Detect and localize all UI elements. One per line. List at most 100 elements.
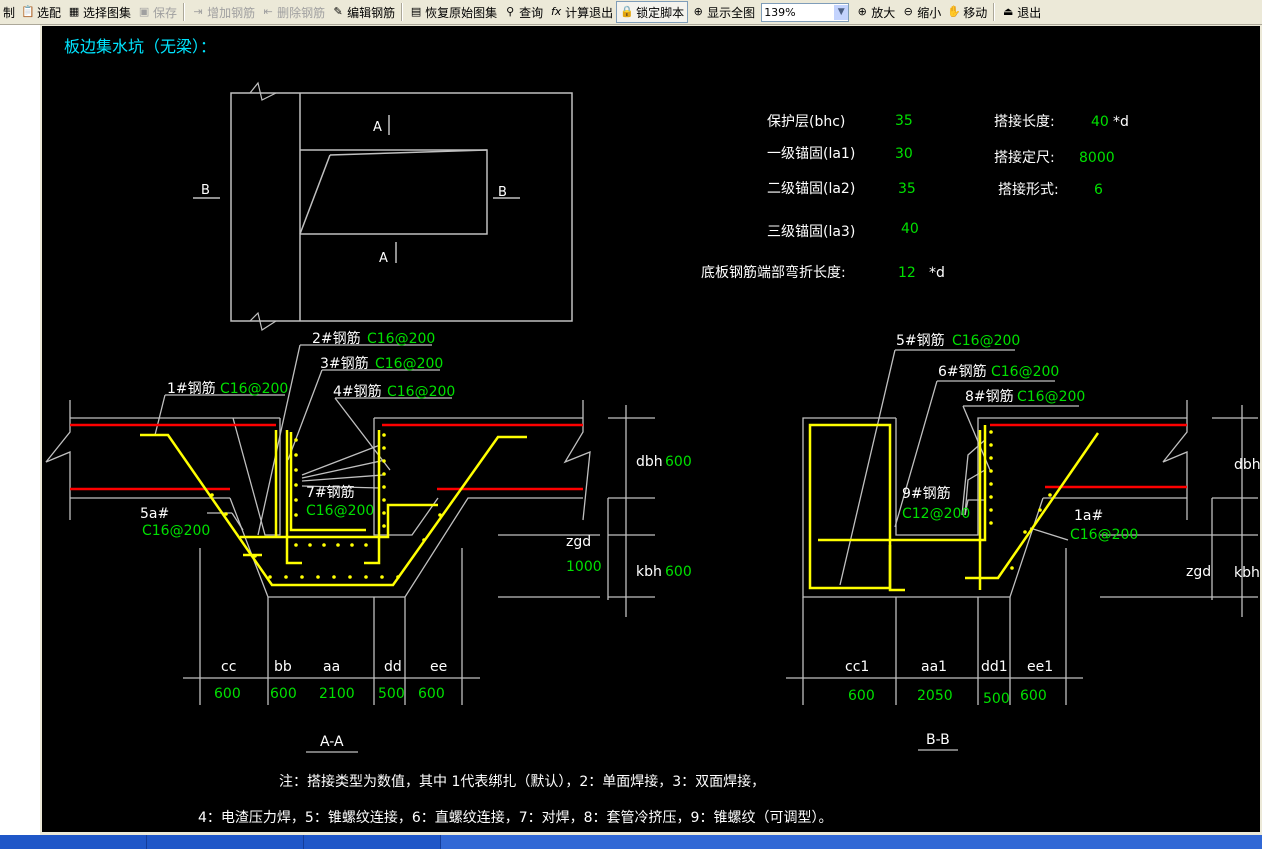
toolbar-label: 计算退出 <box>565 5 614 20</box>
aa-dbh-value[interactable]: 600 <box>665 454 692 470</box>
toolbar-label: 放大 <box>871 5 896 20</box>
taskbar-item[interactable] <box>147 835 304 849</box>
section-aa-labels: 2#钢筋 C16@200 3#钢筋 C16@200 4#钢筋 C16@200 1… <box>140 330 692 750</box>
aa-dim-dd-label: dd <box>384 659 402 675</box>
bb-r6-label: 6#钢筋 <box>938 363 987 380</box>
bend-length-value[interactable]: 12 <box>898 265 916 281</box>
aa-zgd-value[interactable]: 1000 <box>566 559 602 575</box>
bb-r1a-label: 1a# <box>1074 508 1103 524</box>
parameter-block: 保护层(bhc) 35 一级锚固(la1) 30 二级锚固(la2) 35 三级… <box>701 113 1129 281</box>
exit-button[interactable]: ⏏ 退出 <box>998 2 1044 22</box>
zoom-out-button[interactable]: ⊖ 缩小 <box>898 2 944 22</box>
la2-label: 二级锚固(la2) <box>767 181 855 197</box>
plan-label-b-left: B <box>201 183 210 198</box>
bb-dim-ee1-label: ee1 <box>1027 659 1053 675</box>
drawing-svg: B B A A 板边集水坑（无梁）： 保护层(bhc) 35 一级锚固(la1)… <box>45 37 1260 826</box>
note-line-2: 4：电渣压力焊，5：锥螺纹连接，6：直螺纹连接，7：对焊，8：套管冷挤压，9：锥… <box>198 809 832 826</box>
lap-length-unit: *d <box>1113 114 1129 130</box>
toolbar-label: 删除钢筋 <box>277 5 326 20</box>
bb-r5-value[interactable]: C16@200 <box>952 333 1020 349</box>
aa-section-title: A-A <box>320 734 344 750</box>
bb-zgd-label: zgd <box>1186 564 1211 580</box>
aa-dim-dd-value[interactable]: 500 <box>378 686 405 702</box>
lap-length-value[interactable]: 40 <box>1091 114 1109 130</box>
paste-button[interactable]: 📋 选配 <box>18 2 64 22</box>
zoom-select[interactable]: 139% ▼ <box>761 2 850 22</box>
aa-r7-label: 7#钢筋 <box>306 484 355 501</box>
lock-script-button[interactable]: 🔒 锁定脚本 <box>616 1 689 23</box>
aa-dim-ee-value[interactable]: 600 <box>418 686 445 702</box>
bend-length-label: 底板钢筋端部弯折长度: <box>701 264 846 281</box>
save-icon: ▣ <box>138 5 150 18</box>
plan-label-b-right: B <box>498 185 507 200</box>
bb-dim-dd1-label: dd1 <box>981 659 1008 675</box>
aa-kbh-value[interactable]: 600 <box>665 564 692 580</box>
aa-r2-value[interactable]: C16@200 <box>367 331 435 347</box>
restore-atlas-button[interactable]: ▤ 恢复原始图集 <box>406 2 500 22</box>
zoom-value: 139% <box>764 5 796 19</box>
taskbar-item[interactable] <box>0 835 147 849</box>
edit-rebar-button[interactable]: ✎ 编辑钢筋 <box>328 2 398 22</box>
aa-dim-cc-value[interactable]: 600 <box>214 686 241 702</box>
bb-r6-value[interactable]: C16@200 <box>991 364 1059 380</box>
toolbar-label: 选择图集 <box>83 5 132 20</box>
query-button[interactable]: ⚲ 查询 <box>500 2 546 22</box>
aa-r4-value[interactable]: C16@200 <box>387 384 455 400</box>
aa-dim-aa-value[interactable]: 2100 <box>319 686 355 702</box>
calc-exit-button[interactable]: fx 计算退出 <box>546 2 616 22</box>
taskbar-item[interactable] <box>304 835 441 849</box>
aa-r1-label: 1#钢筋 <box>167 380 216 397</box>
binoculars-icon: ⚲ <box>506 5 515 18</box>
aa-r3-label: 3#钢筋 <box>320 355 369 372</box>
add-rebar-button[interactable]: ⇥ 增加钢筋 <box>188 2 258 22</box>
toolbar-label: 选配 <box>37 5 62 20</box>
toolbar-label: 恢复原始图集 <box>425 5 498 20</box>
bhc-value[interactable]: 35 <box>895 113 913 129</box>
aa-r3-value[interactable]: C16@200 <box>375 356 443 372</box>
aa-r5-value[interactable]: C16@200 <box>142 523 210 539</box>
bb-r8-value[interactable]: C16@200 <box>1017 389 1085 405</box>
delete-rebar-button[interactable]: ⇤ 删除钢筋 <box>258 2 328 22</box>
aa-kbh-label: kbh <box>636 564 662 580</box>
chevron-down-icon[interactable]: ▼ <box>834 4 849 20</box>
pan-button[interactable]: ✋ 移动 <box>944 2 990 22</box>
drawing-canvas[interactable]: B B A A 板边集水坑（无梁）： 保护层(bhc) 35 一级锚固(la1)… <box>42 26 1260 832</box>
la1-value[interactable]: 30 <box>895 146 913 162</box>
la2-value[interactable]: 35 <box>898 181 916 197</box>
lap-fixed-value[interactable]: 8000 <box>1079 150 1115 166</box>
bb-dim-aa1-label: aa1 <box>921 659 947 675</box>
zoom-out-icon: ⊖ <box>903 5 913 18</box>
bb-r1a-value[interactable]: C16@200 <box>1070 527 1138 543</box>
lock-icon: 🔒 <box>620 5 634 18</box>
restore-icon: ▤ <box>410 5 422 18</box>
toolbar-label: 显示全图 <box>707 5 756 20</box>
select-atlas-button[interactable]: ▦ 选择图集 <box>64 2 134 22</box>
aa-r7-value[interactable]: C16@200 <box>306 503 374 519</box>
aa-r2-label: 2#钢筋 <box>312 330 361 347</box>
zoom-all-button[interactable]: ⊕ 显示全图 <box>688 2 758 22</box>
bb-dim-aa1-value[interactable]: 2050 <box>917 688 953 704</box>
la3-value[interactable]: 40 <box>901 221 919 237</box>
aa-dim-bb-label: bb <box>274 659 292 675</box>
aa-dim-bb-value[interactable]: 600 <box>270 686 297 702</box>
bb-dim-dd1-value[interactable]: 500 <box>983 691 1010 707</box>
select-atlas-icon: ▦ <box>68 5 80 18</box>
aa-zgd-label: zgd <box>566 534 591 550</box>
add-rebar-icon: ⇥ <box>193 5 203 18</box>
bb-dim-cc1-value[interactable]: 600 <box>848 688 875 704</box>
bb-section-title: B-B <box>926 732 950 748</box>
edit-rebar-icon: ✎ <box>333 5 343 18</box>
bb-dim-ee1-value[interactable]: 600 <box>1020 688 1047 704</box>
bhc-label: 保护层(bhc) <box>767 114 845 130</box>
toolbar-label: 移动 <box>963 5 988 20</box>
save-button[interactable]: ▣ 保存 <box>134 2 180 22</box>
toolbar-label: 退出 <box>1017 5 1042 20</box>
lap-type-value[interactable]: 6 <box>1094 182 1103 198</box>
aa-r1-value[interactable]: C16@200 <box>220 381 288 397</box>
print-button[interactable]: 制 <box>0 2 18 22</box>
zoom-in-button[interactable]: ⊕ 放大 <box>852 2 898 22</box>
toolbar-label: 增加钢筋 <box>207 5 256 20</box>
bb-r9-value[interactable]: C12@200 <box>902 506 970 522</box>
plan-view <box>193 81 573 331</box>
bb-dim-cc1-label: cc1 <box>845 659 869 675</box>
